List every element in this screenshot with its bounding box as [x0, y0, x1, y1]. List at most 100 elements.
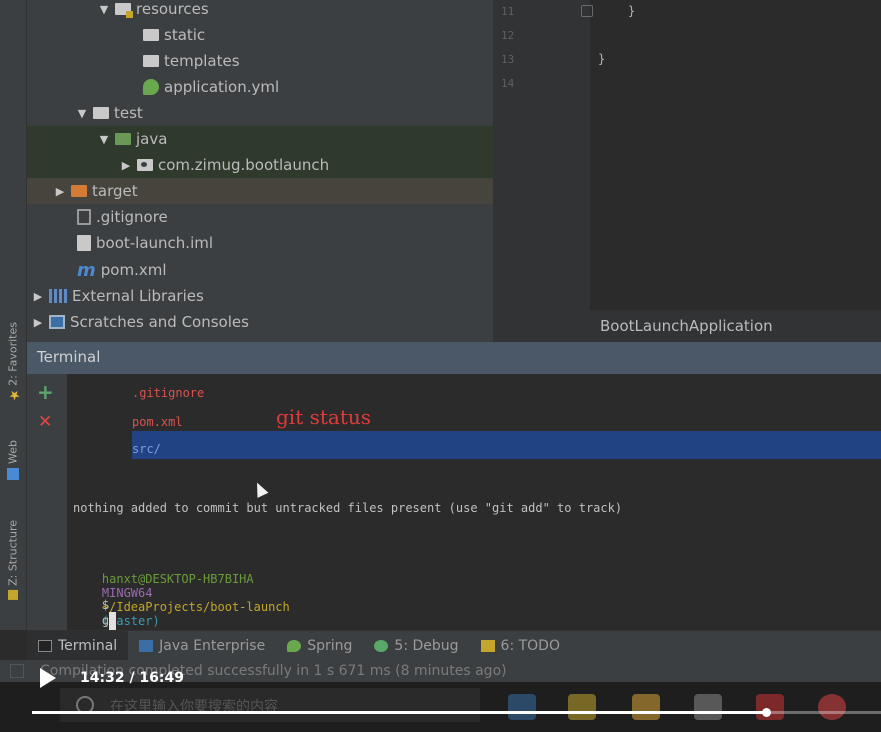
- file-explorer-icon[interactable]: [632, 694, 660, 720]
- text-cursor: [109, 612, 117, 630]
- tab-terminal[interactable]: Terminal: [27, 630, 129, 661]
- tree-item-iml[interactable]: boot-launch.iml: [27, 230, 493, 256]
- prompt-user: hanxt@DESKTOP-HB7BIHA: [101, 572, 254, 586]
- terminal-toolbar: + ✕: [27, 374, 67, 630]
- typed-command: g: [101, 613, 110, 628]
- video-progress-fill: [32, 711, 766, 714]
- play-button[interactable]: [40, 668, 56, 688]
- package-icon: [137, 159, 153, 171]
- video-progress-knob[interactable]: [761, 708, 771, 717]
- tree-item-static[interactable]: static: [27, 22, 493, 48]
- task-view-icon[interactable]: [508, 694, 536, 720]
- prompt-path: ~/IdeaProjects/boot-launch: [101, 600, 290, 614]
- code-line: }: [598, 52, 606, 66]
- tab-debug[interactable]: 5: Debug: [363, 631, 469, 661]
- left-tool-strip: ★ 2: Favorites Web Z: Structure: [0, 0, 27, 630]
- tab-java-enterprise[interactable]: Java Enterprise: [128, 631, 276, 661]
- code-editor[interactable]: 11 12 13 14 } }: [493, 0, 881, 310]
- tree-item-label: Scratches and Consoles: [70, 313, 249, 331]
- expand-arrow-icon[interactable]: ▶: [31, 290, 45, 303]
- taskbar-app-icon[interactable]: [756, 694, 784, 720]
- test-sources-folder-icon: [115, 133, 131, 145]
- favorites-tab[interactable]: ★ 2: Favorites: [3, 322, 23, 402]
- tree-item-label: .gitignore: [96, 208, 168, 226]
- tree-item-templates[interactable]: templates: [27, 48, 493, 74]
- tree-item-label: com.zimug.bootlaunch: [158, 156, 330, 174]
- line-number: 12: [501, 29, 515, 42]
- spring-yml-icon: [143, 79, 159, 95]
- libraries-icon: [49, 289, 67, 303]
- tree-item-label: pom.xml: [100, 261, 167, 279]
- video-time: 14:32 / 16:49: [80, 670, 184, 686]
- tree-item-resources[interactable]: ▼ resources: [27, 0, 493, 22]
- java-enterprise-icon: [139, 639, 154, 652]
- tab-label: 5: Debug: [394, 637, 459, 654]
- bottom-tool-tabs: Terminal Java Enterprise Spring 5: Debug…: [27, 630, 881, 661]
- terminal-body[interactable]: .gitignore pom.xml src/ git status nothi…: [67, 374, 881, 630]
- new-session-icon[interactable]: +: [37, 380, 54, 404]
- tree-item-java[interactable]: ▼ java: [27, 126, 493, 152]
- tree-item-external-libraries[interactable]: ▶ External Libraries: [27, 283, 493, 309]
- tree-item-label: boot-launch.iml: [96, 234, 214, 252]
- expand-arrow-icon[interactable]: ▶: [119, 159, 133, 172]
- close-session-icon[interactable]: ✕: [38, 412, 52, 432]
- taskbar-app-icon[interactable]: [568, 694, 596, 720]
- folder-icon: [143, 29, 159, 41]
- tree-item-pom[interactable]: m pom.xml: [27, 257, 493, 283]
- folder-icon: [143, 55, 159, 67]
- tree-item-test[interactable]: ▼ test: [27, 100, 493, 126]
- spring-icon: [287, 639, 302, 652]
- project-tree: ▼ resources static templates application…: [27, 0, 493, 342]
- web-icon: [7, 467, 19, 480]
- chrome-icon[interactable]: [818, 694, 846, 720]
- expand-arrow-icon[interactable]: ▼: [97, 3, 111, 16]
- taskbar-search[interactable]: 在这里输入你要搜索的内容: [60, 688, 480, 722]
- tree-item-scratches[interactable]: ▶ Scratches and Consoles: [27, 309, 493, 335]
- untracked-file: pom.xml: [132, 415, 183, 429]
- os-taskbar: 在这里输入你要搜索的内容: [0, 682, 881, 732]
- terminal-icon: [38, 639, 52, 652]
- tab-todo[interactable]: 6: TODO: [470, 631, 571, 661]
- maven-icon: m: [77, 259, 96, 281]
- editor-breadcrumb[interactable]: BootLaunchApplication: [493, 310, 881, 342]
- star-icon: ★: [7, 386, 22, 402]
- tab-spring[interactable]: Spring: [276, 631, 363, 661]
- tree-item-label: java: [136, 130, 168, 148]
- fold-marker-icon[interactable]: [581, 5, 593, 17]
- web-tab[interactable]: Web: [3, 440, 23, 480]
- expand-arrow-icon[interactable]: ▼: [97, 133, 111, 146]
- expand-arrow-icon[interactable]: ▶: [53, 185, 67, 198]
- structure-icon: [8, 589, 18, 600]
- web-tab-label: Web: [6, 440, 20, 464]
- tab-label: Terminal: [58, 637, 118, 654]
- expand-arrow-icon[interactable]: ▼: [75, 107, 89, 120]
- favorites-tab-label: 2: Favorites: [6, 322, 20, 386]
- debug-icon: [374, 639, 389, 652]
- tree-item-label: resources: [136, 0, 209, 18]
- status-toggle-icon[interactable]: [10, 664, 24, 678]
- tree-item-label: templates: [164, 52, 240, 70]
- editor-gutter: 11 12 13 14: [493, 0, 593, 310]
- taskbar-app-icon[interactable]: [694, 694, 722, 720]
- structure-tab[interactable]: Z: Structure: [3, 520, 23, 600]
- line-number: 11: [501, 5, 515, 18]
- video-progress-bar[interactable]: [32, 708, 881, 717]
- prompt-symbol: $: [101, 598, 110, 612]
- line-number: 13: [501, 53, 515, 66]
- resources-folder-icon: [115, 3, 133, 18]
- terminal-header: Terminal: [27, 342, 881, 374]
- tree-item-target[interactable]: ▶ target: [27, 178, 493, 204]
- tree-item-package[interactable]: ▶ com.zimug.bootlaunch: [27, 152, 493, 178]
- tree-item-label: static: [164, 26, 206, 44]
- tree-item-label: target: [92, 182, 138, 200]
- excluded-folder-icon: [71, 185, 87, 197]
- git-status-message: nothing added to commit but untracked fi…: [73, 501, 623, 515]
- expand-arrow-icon[interactable]: ▶: [31, 316, 45, 329]
- scratches-icon: [49, 315, 65, 329]
- tree-item-application-yml[interactable]: application.yml: [27, 74, 493, 100]
- code-line: }: [628, 4, 636, 18]
- tree-item-label: application.yml: [164, 78, 280, 96]
- tree-item-gitignore[interactable]: .gitignore: [27, 204, 493, 230]
- line-number: 14: [501, 77, 515, 90]
- untracked-file-selected: src/: [132, 442, 161, 456]
